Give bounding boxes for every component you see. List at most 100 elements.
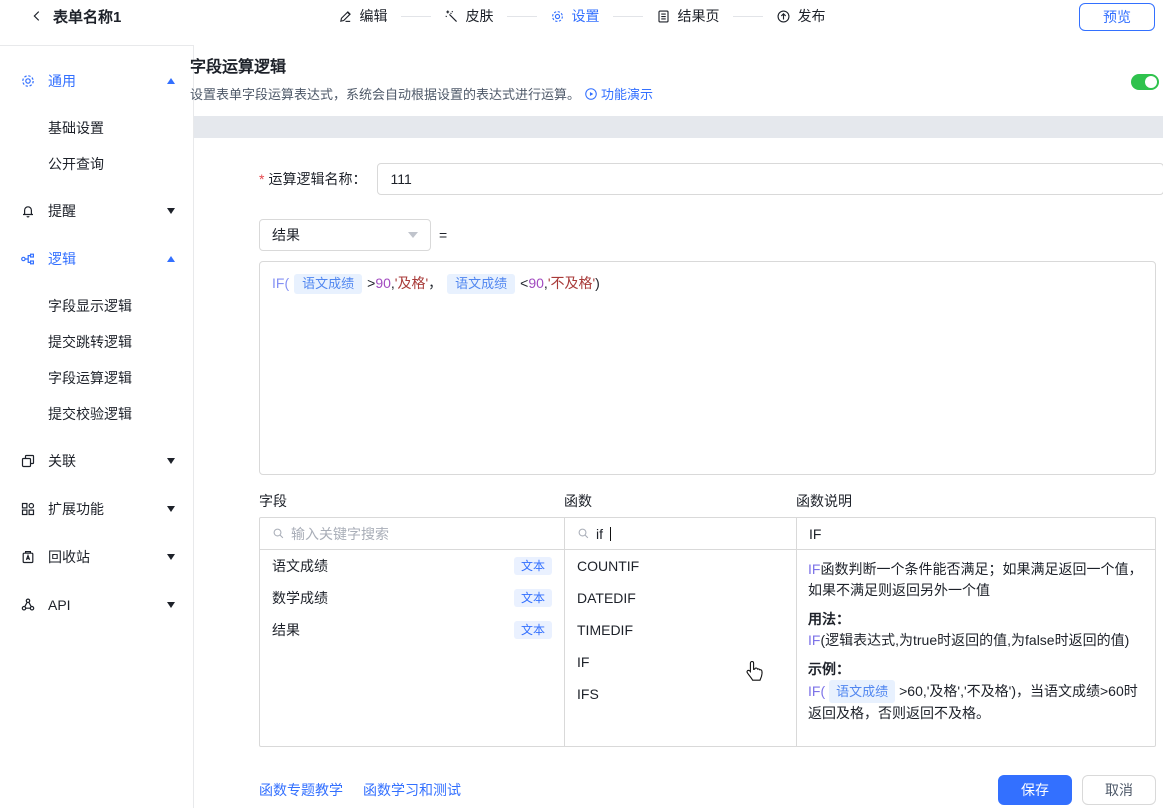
skin-icon [444, 9, 459, 24]
function-row[interactable]: IFS [565, 678, 796, 710]
description-paragraph: IF函数判断一个条件能否满足；如果满足返回一个值，如果不满足则返回另外一个值 [808, 559, 1144, 601]
expr-string: '及格' [395, 275, 428, 291]
fields-column: 输入关键字搜索 语文成绩 文本 数学成绩 文本 结果 文本 [260, 518, 565, 746]
select-caret-icon [408, 232, 418, 238]
function-description-body: IF函数判断一个条件能否满足；如果满足返回一个值，如果不满足则返回另外一个值 用… [797, 550, 1155, 733]
result-page-icon [656, 9, 671, 24]
functions-column: if COUNTIF DATEDIF TIMEDIF IF IFS [565, 518, 797, 746]
sidebar-item-basic-settings[interactable]: 基础设置 [0, 110, 193, 146]
nav-result-page[interactable]: 结果页 [656, 6, 720, 26]
field-chip: 语文成绩 [294, 274, 362, 294]
usage-line: IF(逻辑表达式,为true时返回的值,为false时返回的值) [808, 630, 1144, 651]
field-column-header: 字段 [259, 491, 564, 511]
search-icon [577, 527, 590, 540]
preview-button[interactable]: 预览 [1079, 3, 1155, 31]
demo-link[interactable]: 功能演示 [584, 84, 653, 103]
sidebar-group-logic[interactable]: 逻辑 [0, 235, 193, 283]
settings-sidebar: 通用 基础设置 公开查询 提醒 逻辑 字段显示逻辑 提交跳转逻辑 字段运算逻辑 … [0, 45, 193, 808]
logic-icon [20, 251, 36, 267]
sidebar-group-extensions[interactable]: 扩展功能 [0, 485, 193, 533]
sidebar-item-field-display-logic[interactable]: 字段显示逻辑 [0, 288, 193, 324]
sidebar-item-submit-jump-logic[interactable]: 提交跳转逻辑 [0, 324, 193, 360]
nav-publish[interactable]: 发布 [776, 6, 826, 26]
step-nav: 编辑 皮肤 设置 结果页 发布 [338, 0, 826, 32]
api-icon [20, 597, 36, 613]
chevron-down-icon [167, 602, 175, 608]
logic-name-input[interactable]: 111 [377, 163, 1163, 195]
save-button[interactable]: 保存 [998, 775, 1072, 805]
chevron-up-icon [167, 256, 175, 262]
field-row[interactable]: 数学成绩 文本 [260, 582, 564, 614]
function-row[interactable]: TIMEDIF [565, 614, 796, 646]
field-type-badge: 文本 [514, 621, 552, 639]
field-type-badge: 文本 [514, 589, 552, 607]
expr-number: 90 [375, 275, 391, 291]
nav-settings[interactable]: 设置 [550, 6, 600, 26]
publish-icon [776, 9, 791, 24]
top-bar: 表单名称1 编辑 皮肤 设置 结果页 发布 预览 [0, 0, 1163, 45]
function-row[interactable]: COUNTIF [565, 550, 796, 582]
form-title: 表单名称1 [53, 6, 121, 27]
gear-icon [20, 73, 36, 89]
nav-divider [613, 16, 643, 17]
bell-icon [20, 203, 36, 219]
function-search-input[interactable]: if [565, 518, 796, 550]
play-circle-icon [584, 87, 598, 101]
sidebar-item-submit-validate-logic[interactable]: 提交校验逻辑 [0, 396, 193, 432]
extensions-icon [20, 501, 36, 517]
example-line: IF(语文成绩>60,'及格','不及格')，当语文成绩>60时返回及格，否则返… [808, 680, 1144, 724]
cancel-button[interactable]: 取消 [1082, 775, 1156, 805]
function-description-column: IF IF函数判断一个条件能否满足；如果满足返回一个值，如果不满足则返回另外一个… [797, 518, 1155, 746]
chevron-down-icon [167, 554, 175, 560]
field-calc-logic-panel: 字段运算逻辑 设置表单字段运算表达式，系统会自动根据设置的表达式进行运算。 功能… [193, 44, 1163, 808]
nav-skin[interactable]: 皮肤 [444, 6, 494, 26]
description-column-header: 函数说明 [796, 491, 1156, 511]
text-cursor [610, 527, 611, 541]
nav-divider [507, 16, 537, 17]
logic-name-label: 运算逻辑名称： [268, 169, 366, 189]
required-asterisk: * [259, 171, 264, 187]
sidebar-item-public-query[interactable]: 公开查询 [0, 146, 193, 182]
chevron-up-icon [167, 78, 175, 84]
function-column-header: 函数 [564, 491, 796, 511]
nav-edit[interactable]: 编辑 [338, 6, 388, 26]
logic-enabled-toggle[interactable] [1131, 74, 1159, 90]
sidebar-group-recycle-bin[interactable]: 回收站 [0, 533, 193, 581]
expr-number: 90 [528, 275, 544, 291]
function-learn-test-link[interactable]: 函数学习和测试 [363, 780, 461, 800]
expr-string: '不及格' [548, 275, 595, 291]
settings-icon [550, 9, 565, 24]
function-row[interactable]: DATEDIF [565, 582, 796, 614]
section-divider-band [194, 116, 1163, 138]
page-subtitle: 设置表单字段运算表达式，系统会自动根据设置的表达式进行运算。 [190, 84, 580, 103]
target-field-select[interactable]: 结果 [259, 219, 431, 251]
sidebar-group-api[interactable]: API [0, 581, 193, 629]
field-type-badge: 文本 [514, 557, 552, 575]
field-search-input[interactable]: 输入关键字搜索 [260, 518, 564, 550]
sidebar-item-field-calc-logic[interactable]: 字段运算逻辑 [0, 360, 193, 396]
sidebar-group-general[interactable]: 通用 [0, 57, 193, 105]
chevron-down-icon [167, 208, 175, 214]
example-label: 示例： [808, 659, 1144, 680]
nav-divider [401, 16, 431, 17]
usage-label: 用法： [808, 609, 1144, 630]
sidebar-group-relation[interactable]: 关联 [0, 437, 193, 485]
field-chip: 语文成绩 [829, 680, 895, 703]
back-icon[interactable] [30, 9, 44, 23]
picker-table: 输入关键字搜索 语文成绩 文本 数学成绩 文本 结果 文本 [259, 517, 1156, 747]
sidebar-group-reminder[interactable]: 提醒 [0, 187, 193, 235]
expr-fn: IF( [272, 275, 289, 291]
function-row[interactable]: IF [565, 646, 796, 678]
expression-editor[interactable]: IF(语文成绩>90,'及格'，语文成绩<90,'不及格') [259, 261, 1156, 475]
search-icon [272, 527, 285, 540]
field-row[interactable]: 结果 文本 [260, 614, 564, 646]
chevron-down-icon [167, 506, 175, 512]
selected-function-name: IF [797, 518, 1155, 550]
equals-sign: = [439, 227, 447, 243]
edit-icon [338, 9, 353, 24]
nav-divider [733, 16, 763, 17]
field-chip: 语文成绩 [447, 274, 515, 294]
relation-icon [20, 453, 36, 469]
function-tutorial-link[interactable]: 函数专题教学 [259, 780, 343, 800]
field-row[interactable]: 语文成绩 文本 [260, 550, 564, 582]
